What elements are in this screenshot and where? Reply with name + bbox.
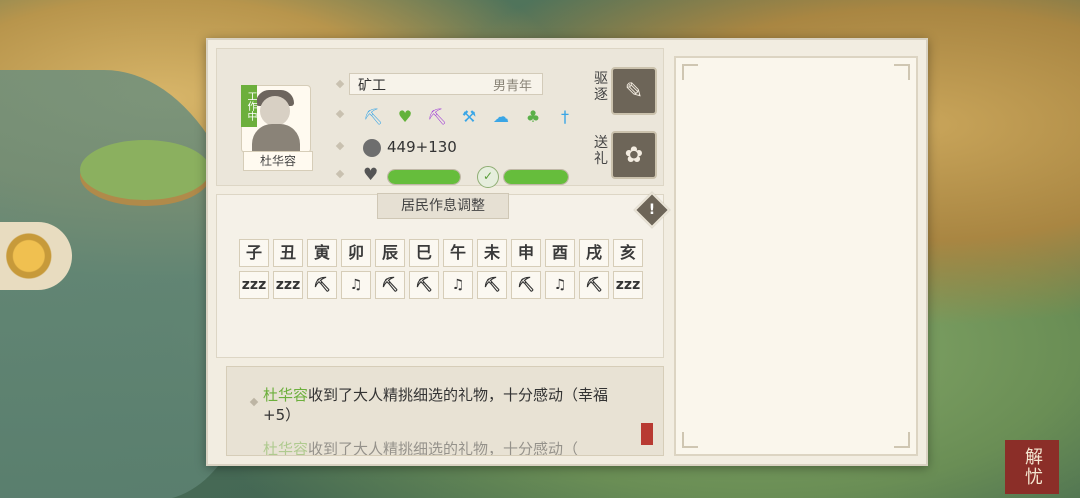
role-label: 矿工 xyxy=(358,78,386,94)
happiness-bar-fill xyxy=(504,170,568,184)
hour-cell: 申 xyxy=(511,239,541,267)
activity-cell[interactable]: ⛏ xyxy=(409,271,439,299)
heart-leaf-icon: ♥ xyxy=(397,107,413,126)
hour-cell: 巳 xyxy=(409,239,439,267)
bullet-icon xyxy=(335,141,345,151)
log-entry-name: 杜华容 xyxy=(263,386,309,404)
role-field: 矿工 男青年 xyxy=(349,73,543,95)
role-detail: 男青年 xyxy=(492,79,532,94)
sprout-icon: ♣ xyxy=(525,107,541,126)
island xyxy=(80,140,210,200)
bullet-icon xyxy=(249,397,259,407)
activity-cell[interactable]: ⛏ xyxy=(511,271,541,299)
activity-cell[interactable]: ♫ xyxy=(545,271,575,299)
gift-label: 送礼 xyxy=(594,135,608,167)
activity-cell[interactable]: zzz xyxy=(239,271,269,299)
hour-cell: 午 xyxy=(443,239,473,267)
corner-seal-button[interactable]: 解忧 xyxy=(1005,440,1059,494)
sword-icon: † xyxy=(561,107,569,126)
expel-label: 驱逐 xyxy=(594,71,608,103)
resident-name: 杜华容 xyxy=(243,151,313,171)
hour-cell: 辰 xyxy=(375,239,405,267)
health-bar-fill xyxy=(388,170,460,184)
exclamation-icon: ! xyxy=(648,202,656,218)
log-entry-text: 收到了大人精挑细选的礼物，十分感动（幸福+5） xyxy=(263,386,609,424)
activity-cell[interactable]: ⛏ xyxy=(307,271,337,299)
activity-cell[interactable]: zzz xyxy=(613,271,643,299)
broom-icon: ✎ xyxy=(624,78,644,104)
activity-cell[interactable]: ♫ xyxy=(341,271,371,299)
frame-corner xyxy=(682,432,698,448)
cloud-icon: ☁ xyxy=(493,107,509,126)
frame-corner xyxy=(682,64,698,80)
log-entry-name: 杜华容 xyxy=(263,440,309,456)
activity-cell[interactable]: ⛏ xyxy=(477,271,507,299)
schedule-panel: 居民作息调整 ! 子丑寅卯辰巳午未申酉戌亥 zzz zzz ⛏ ♫ ⛏ ⛏ ♫ ⛏ ⛏ ♫ ⛏ zzz xyxy=(216,191,671,358)
frame-corner xyxy=(894,64,910,80)
pickaxe-icon: ⛏ xyxy=(363,107,384,126)
crossed-pickaxes-icon: ⚒ xyxy=(461,107,477,126)
leaf-icon: ✓ xyxy=(477,166,499,188)
hour-cell: 卯 xyxy=(341,239,371,267)
hour-cell: 未 xyxy=(477,239,507,267)
hour-cell: 亥 xyxy=(613,239,643,267)
schedule-title: 居民作息调整 xyxy=(377,193,509,219)
gift-bag-icon: ✿ xyxy=(624,142,644,168)
activity-cell[interactable]: ⛏ xyxy=(375,271,405,299)
happiness-bar xyxy=(503,169,569,185)
activity-cell[interactable]: ⛏ xyxy=(579,271,609,299)
hour-cell: 寅 xyxy=(307,239,337,267)
broom-button[interactable]: ✎ xyxy=(611,67,657,115)
right-blank-panel xyxy=(674,56,918,456)
log-entry: 杜华容收到了大人精挑细选的礼物，十分感动（ xyxy=(263,439,623,456)
avatar-face xyxy=(260,96,290,126)
activity-row: zzz zzz ⛏ ♫ ⛏ ⛏ ♫ ⛏ ⛏ ♫ ⛏ zzz xyxy=(239,271,643,299)
hour-cell: 丑 xyxy=(273,239,303,267)
red-stamp xyxy=(641,423,653,445)
health-bar xyxy=(387,169,461,185)
bullet-icon xyxy=(335,109,345,119)
info-button[interactable]: ! xyxy=(633,191,671,229)
resident-info-card: 工作中 杜华容 矿工 男青年 ⛏ ♥ ⛏ ⚒ ☁ ♣ † 449+130 ♥ ✓… xyxy=(216,48,664,188)
activity-cell[interactable]: ♫ xyxy=(443,271,473,299)
skill-icons: ⛏ ♥ ⛏ ⚒ ☁ ♣ † xyxy=(363,107,575,127)
event-log[interactable]: 杜华容收到了大人精挑细选的礼物，十分感动（幸福+5） 杜华容收到了大人精挑细选的… xyxy=(226,366,664,456)
activity-cell[interactable]: zzz xyxy=(273,271,303,299)
log-entry: 杜华容收到了大人精挑细选的礼物，十分感动（幸福+5） xyxy=(263,385,623,425)
bullet-icon xyxy=(335,79,345,89)
hour-cell: 子 xyxy=(239,239,269,267)
frame-corner xyxy=(894,432,910,448)
heart-icon: ♥ xyxy=(363,165,379,185)
left-panel: 工作中 杜华容 矿工 男青年 ⛏ ♥ ⛏ ⚒ ☁ ♣ † 449+130 ♥ ✓… xyxy=(216,48,671,456)
side-menu-button[interactable] xyxy=(0,222,72,290)
status-badge: 工作中 xyxy=(241,85,257,127)
hour-cell: 戌 xyxy=(579,239,609,267)
coin-icon xyxy=(363,139,381,157)
avatar-body xyxy=(252,124,300,152)
gift-button[interactable]: ✿ xyxy=(611,131,657,179)
resident-detail-dialog: 工作中 杜华容 矿工 男青年 ⛏ ♥ ⛏ ⚒ ☁ ♣ † 449+130 ♥ ✓… xyxy=(206,38,928,466)
money-value: 449+130 xyxy=(387,138,457,156)
bullet-icon xyxy=(335,169,345,179)
hour-cell: 酉 xyxy=(545,239,575,267)
hour-row: 子丑寅卯辰巳午未申酉戌亥 xyxy=(239,239,643,267)
pickaxe-icon: ⛏ xyxy=(427,107,448,126)
log-entry-text: 收到了大人精挑细选的礼物，十分感动（ xyxy=(308,440,579,456)
